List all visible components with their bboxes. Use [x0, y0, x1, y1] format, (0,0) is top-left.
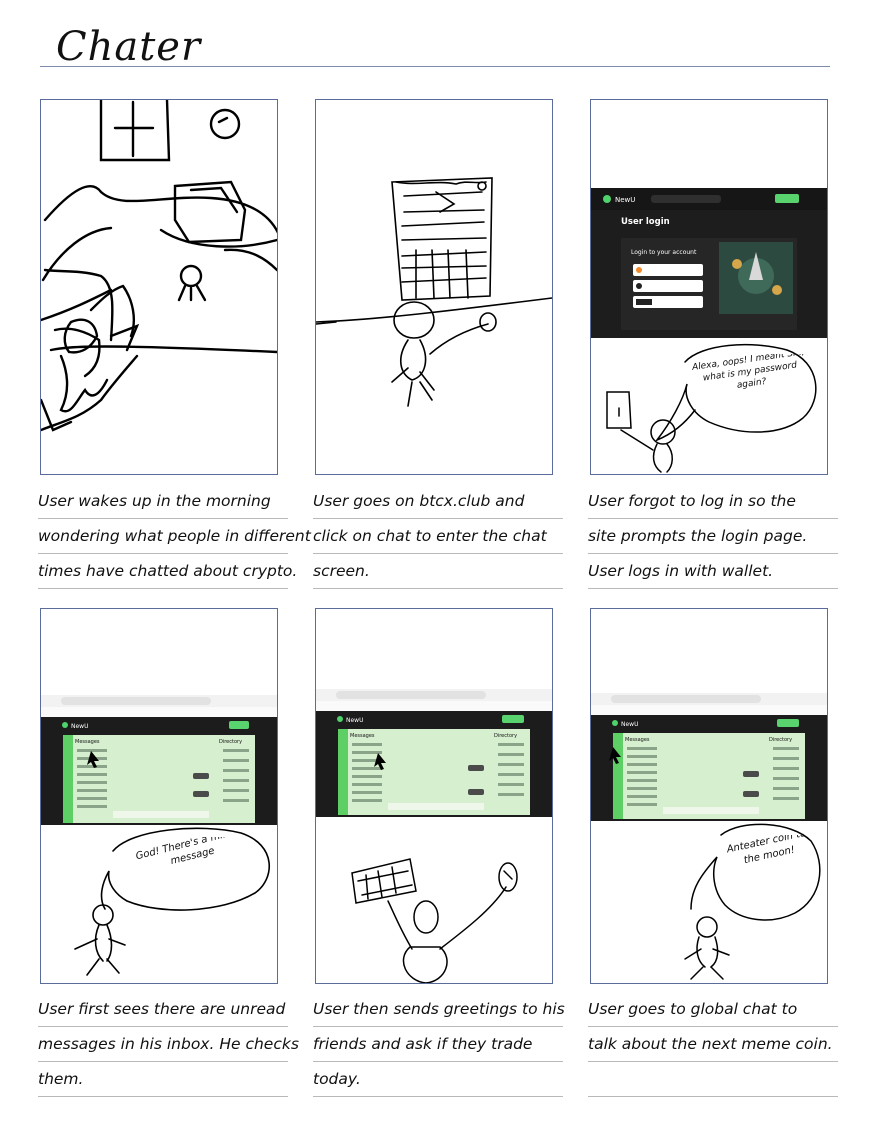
caption-line: User goes to global chat to [588, 992, 838, 1027]
caption-line: User first sees there are unread [38, 992, 288, 1027]
caption-panel-2: User goes on btcx.club and click on chat… [313, 484, 563, 589]
caption-line: User wakes up in the morning [38, 484, 288, 519]
caption-line: today. [313, 1062, 563, 1097]
storyboard-panel-1 [40, 99, 278, 475]
sketch-user-global-chat: Anteater coin to the moon! [684, 823, 821, 980]
caption-line: messages in his inbox. He checks [38, 1027, 299, 1062]
sketch-user-sending [351, 858, 518, 983]
caption-line: friends and ask if they trade [313, 1027, 563, 1062]
storyboard-panel-6: NewU Messages Directory Anteater coin to… [590, 608, 828, 984]
caption-panel-5: User then sends greetings to his friends… [313, 992, 565, 1097]
caption-line: User goes on btcx.club and [313, 484, 563, 519]
speech-bubble-text: Alexa, oops! I meant Siri, what is my pa… [691, 354, 806, 391]
caption-line: site prompts the login page. [588, 519, 838, 554]
caption-line: User logs in with wallet. [588, 554, 838, 589]
caption-line: screen. [313, 554, 563, 589]
sketch-user-with-screen [316, 177, 552, 407]
sketch-user-thinking: Alexa, oops! I meant Siri, what is my pa… [606, 343, 817, 473]
storyboard-panel-3: NewU User login Login to your account Al… [590, 99, 828, 475]
page-title: Chater [56, 24, 202, 70]
caption-line: wondering what people in different [38, 519, 311, 554]
sketch-user-surprised: God! There's a million message [74, 827, 270, 976]
caption-line: User then sends greetings to his [313, 992, 565, 1027]
caption-line: User forgot to log in so the [588, 484, 838, 519]
storyboard-panel-4: NewU Messages Directory God! There's a m… [40, 608, 278, 984]
caption-panel-6: User goes to global chat to talk about t… [588, 992, 838, 1097]
storyboard-panel-2 [315, 99, 553, 475]
speech-bubble-text: God! There's a million message [134, 837, 245, 868]
caption-line: times have chatted about crypto. [38, 554, 297, 589]
title-underline [40, 66, 830, 67]
caption-line: them. [38, 1062, 288, 1097]
caption-line [588, 1062, 838, 1097]
storyboard-panel-5: NewU Messages Directory [315, 608, 553, 984]
sketch-bedroom [41, 100, 277, 432]
caption-panel-3: User forgot to log in so the site prompt… [588, 484, 838, 589]
caption-panel-4: User first sees there are unread message… [38, 992, 299, 1097]
caption-line: click on chat to enter the chat [313, 519, 563, 554]
caption-panel-1: User wakes up in the morning wondering w… [38, 484, 311, 589]
speech-bubble-text: Anteater coin to the moon! [725, 835, 808, 867]
caption-line: talk about the next meme coin. [588, 1027, 838, 1062]
